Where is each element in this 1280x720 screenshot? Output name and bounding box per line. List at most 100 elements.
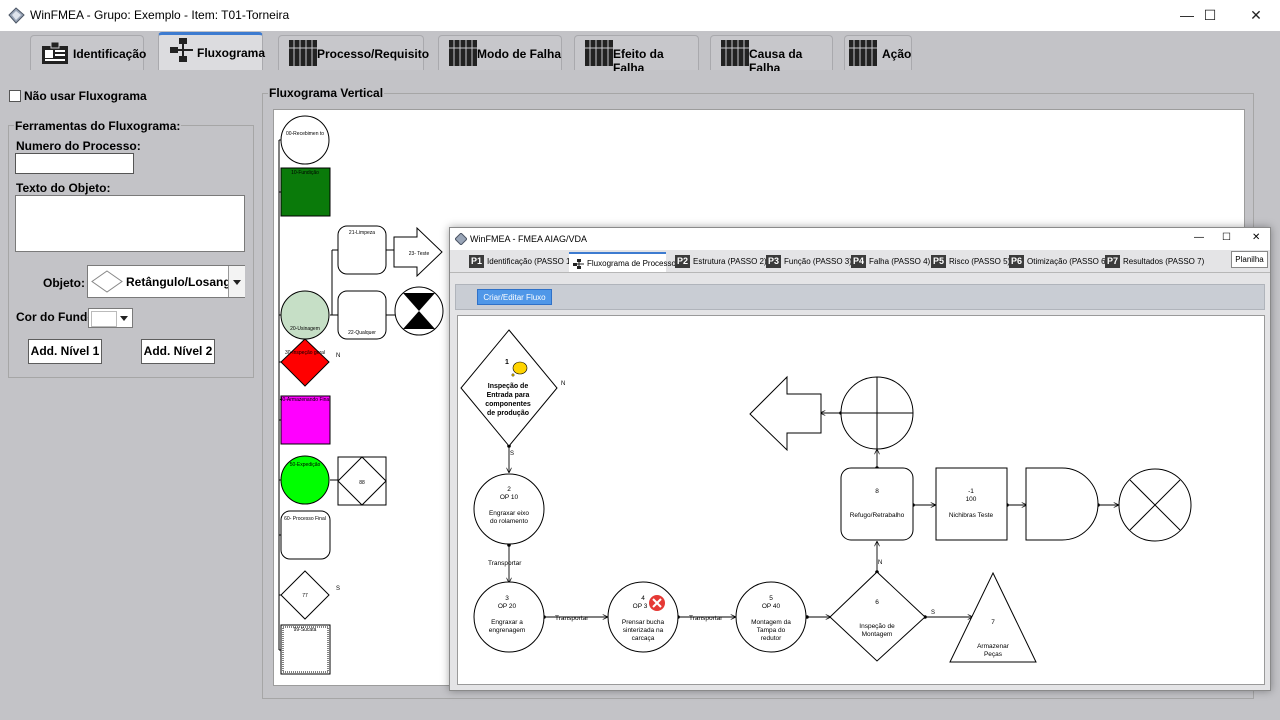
node-number: 8 bbox=[875, 488, 879, 495]
tab-acao[interactable]: Ação bbox=[844, 35, 912, 70]
process-flow-canvas[interactable]: 1 Inspeção de Entrada para componentes d… bbox=[457, 315, 1265, 685]
flow-tools-title: Ferramentas do Fluxograma: bbox=[14, 119, 182, 133]
flow-node[interactable] bbox=[280, 395, 331, 445]
node-label: Refugo/Retrabalho bbox=[850, 512, 905, 519]
node-label: redutor bbox=[761, 635, 782, 642]
object-select-value: Retângulo/Losang bbox=[126, 275, 231, 289]
tab-label: Otimização (PASSO 6) bbox=[1027, 257, 1109, 266]
object-select[interactable]: Retângulo/Losang bbox=[87, 265, 245, 298]
node-label: 77 bbox=[302, 593, 308, 599]
add-level-2-button[interactable]: Add. Nível 2 bbox=[141, 339, 215, 364]
tab-causa-falha[interactable]: Causa da Falha bbox=[710, 35, 833, 75]
node-label: de produção bbox=[487, 410, 529, 417]
object-text-label: Texto do Objeto: bbox=[16, 181, 111, 195]
app-logo-icon bbox=[455, 233, 467, 245]
flow-node[interactable] bbox=[280, 115, 330, 165]
tab-label: Processo/Requisito bbox=[317, 47, 430, 61]
add-level-1-button[interactable]: Add. Nível 1 bbox=[28, 339, 102, 364]
inner-tab-p4[interactable]: P4 Falha (PASSO 4) bbox=[851, 252, 930, 272]
node-number: 2 bbox=[507, 486, 511, 493]
maximize-button[interactable]: ☐ bbox=[1187, 0, 1233, 31]
step-badge: P4 bbox=[851, 255, 867, 269]
terminal-x-shape[interactable] bbox=[1118, 468, 1192, 542]
inner-title-bar: WinFMEA - FMEA AIAG/VDA — ☐ ✕ bbox=[450, 228, 1270, 250]
inner-tab-flowchart[interactable]: Fluxograma de Processo bbox=[569, 252, 676, 272]
node-flag: N bbox=[336, 353, 340, 359]
object-label: Objeto: bbox=[43, 276, 85, 290]
bg-color-select[interactable] bbox=[88, 308, 133, 328]
flow-node[interactable] bbox=[935, 467, 1008, 541]
tab-fluxograma[interactable]: Fluxograma bbox=[158, 32, 266, 70]
transport-label: Transportar bbox=[689, 615, 723, 622]
color-swatch bbox=[91, 311, 117, 327]
node-label: Engraxar eixo bbox=[489, 510, 529, 517]
node-op: OP 10 bbox=[500, 494, 519, 501]
node-label: 50-Expedição bbox=[290, 462, 321, 468]
inner-tab-p6[interactable]: P6 Otimização (PASSO 6) bbox=[1009, 252, 1108, 272]
node-label: Armazenar bbox=[977, 643, 1010, 650]
flowchart-icon bbox=[573, 258, 584, 269]
spreadsheet-button[interactable]: Planilha bbox=[1231, 251, 1268, 268]
inner-tab-p7[interactable]: P7 Resultados (PASSO 7) bbox=[1105, 252, 1204, 272]
flowchart-icon bbox=[170, 38, 193, 62]
tab-efeito-falha[interactable]: Efeito da Falha bbox=[574, 35, 699, 75]
node-label: 22-Qualquer bbox=[348, 330, 376, 336]
bg-color-label: Cor do Fundo bbox=[16, 310, 95, 324]
id-card-icon bbox=[42, 41, 68, 64]
tab-identificacao[interactable]: Identificação bbox=[30, 35, 146, 70]
node-label: Entrada para bbox=[487, 392, 530, 399]
flow-node[interactable] bbox=[473, 581, 545, 653]
transport-label: Transportar bbox=[555, 615, 589, 622]
window-title: WinFMEA - Grupo: Exemplo - Item: T01-Tor… bbox=[30, 8, 290, 22]
flow-node[interactable] bbox=[394, 286, 444, 336]
no-flow-checkbox[interactable] bbox=[9, 90, 21, 102]
node-number: 1 bbox=[505, 359, 509, 366]
branch-label: N bbox=[561, 381, 565, 387]
flow-node[interactable] bbox=[280, 338, 330, 387]
node-number: 6 bbox=[875, 599, 879, 606]
node-label: carcaça bbox=[632, 635, 655, 642]
flow-node[interactable] bbox=[840, 467, 914, 541]
flow-node[interactable] bbox=[473, 473, 545, 545]
delay-shape[interactable] bbox=[1025, 467, 1099, 541]
node-label: 100 bbox=[966, 496, 977, 503]
grid-icon bbox=[721, 40, 749, 66]
step-badge: P6 bbox=[1009, 255, 1025, 269]
step-badge: P1 bbox=[469, 255, 485, 269]
grid-icon bbox=[289, 40, 317, 66]
inner-maximize-button[interactable]: ☐ bbox=[1222, 232, 1231, 243]
process-flow-diagram: 1 Inspeção de Entrada para componentes d… bbox=[460, 329, 1192, 663]
chevron-down-icon bbox=[233, 280, 241, 285]
process-number-input[interactable] bbox=[15, 153, 134, 174]
node-label: engrenagem bbox=[489, 627, 526, 634]
node-label: Montagem bbox=[862, 631, 893, 638]
transport-label: Transportar bbox=[488, 560, 522, 567]
circle-cross-shape[interactable] bbox=[840, 376, 914, 450]
node-op: OP 3 bbox=[633, 603, 648, 610]
inner-minimize-button[interactable]: — bbox=[1194, 232, 1204, 243]
grid-icon bbox=[449, 40, 477, 66]
create-flow-button[interactable]: Criar/Editar Fluxo bbox=[477, 289, 552, 305]
inner-close-button[interactable]: ✕ bbox=[1252, 232, 1260, 243]
node-label: 40-Armazenando Final bbox=[280, 397, 331, 403]
node-number: 5 bbox=[769, 595, 773, 602]
diamond-shape-icon bbox=[91, 270, 123, 293]
tab-modo-falha[interactable]: Modo de Falha bbox=[438, 35, 562, 70]
main-tab-strip: Identificação Fluxograma Processo/Requis… bbox=[0, 31, 1280, 75]
dropdown-button[interactable] bbox=[228, 266, 245, 297]
vertical-flow-title: Fluxograma Vertical bbox=[268, 86, 385, 100]
inner-tab-p5[interactable]: P5 Risco (PASSO 5) bbox=[931, 252, 1010, 272]
inner-tab-p1[interactable]: P1 Identificação (PASSO 1) bbox=[469, 252, 573, 272]
node-label: 00-Recebimen to bbox=[286, 131, 324, 137]
flow-node[interactable] bbox=[829, 571, 926, 662]
inner-tab-p3[interactable]: P3 Função (PASSO 3) bbox=[766, 252, 852, 272]
step-badge: P5 bbox=[931, 255, 947, 269]
arrow-shape[interactable] bbox=[749, 375, 822, 452]
inner-tab-p2[interactable]: P2 Estrutura (PASSO 2) bbox=[675, 252, 767, 272]
node-number: 3 bbox=[505, 595, 509, 602]
node-label: 60- Processo Final bbox=[284, 516, 326, 522]
close-button[interactable]: ✕ bbox=[1233, 0, 1279, 31]
tab-label: Fluxograma bbox=[197, 46, 266, 60]
object-text-input[interactable] bbox=[15, 195, 245, 252]
tab-processo-requisito[interactable]: Processo/Requisito bbox=[278, 35, 429, 70]
